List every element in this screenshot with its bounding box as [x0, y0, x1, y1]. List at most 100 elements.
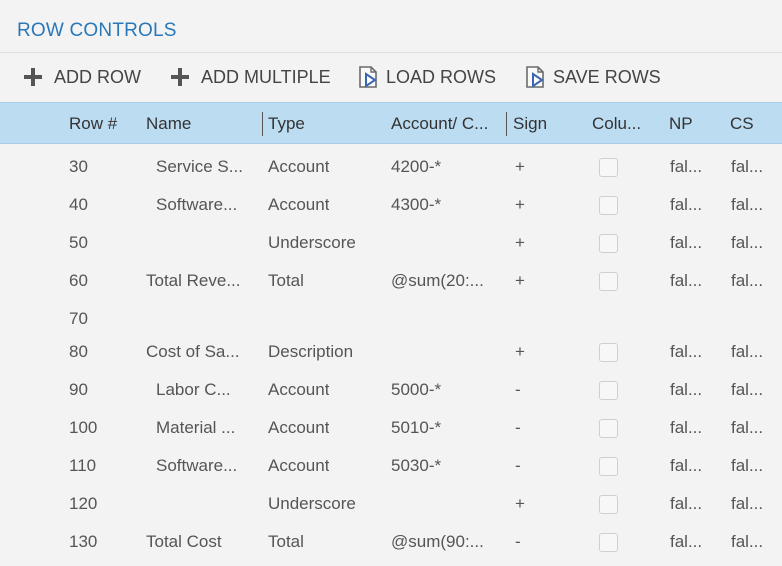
column-resize-handle[interactable] [506, 112, 507, 136]
cell-row-num: 40 [69, 195, 88, 214]
cell-account: 5030-* [391, 456, 442, 475]
column-header-cs[interactable]: CS [730, 103, 754, 145]
save-rows-label: SAVE ROWS [553, 66, 661, 87]
table-row[interactable]: 80 Cost of Sa... Description + fal... fal... [0, 333, 782, 371]
cell-account: @sum(20:... [391, 271, 484, 290]
cell-np: fal... [670, 418, 703, 437]
column-checkbox[interactable] [599, 234, 618, 253]
table-row[interactable]: 110 Software... Account 5030-* - fal... fal... [0, 447, 782, 485]
add-multiple-button[interactable]: ADD MULTIPLE [171, 60, 331, 94]
column-checkbox[interactable] [599, 495, 618, 514]
cell-sign: + [515, 271, 525, 290]
toolbar: ADD ROW ADD MULTIPLE LOAD ROWS SAVE ROWS [0, 60, 782, 94]
column-header-column[interactable]: Colu... [592, 103, 641, 145]
cell-np: fal... [670, 233, 703, 252]
cell-account: 5000-* [391, 380, 442, 399]
table-row[interactable]: 120 Underscore + fal... fal... [0, 485, 782, 523]
cell-name: Service S... [156, 157, 243, 176]
column-header-account[interactable]: Account/ C... [391, 103, 488, 145]
cell-sign: + [515, 494, 525, 513]
grid-header: Row # Name Type Account/ C... Sign Colu.… [0, 102, 782, 144]
column-resize-handle[interactable] [262, 112, 263, 136]
cell-account: 5010-* [391, 418, 442, 437]
column-checkbox[interactable] [599, 381, 618, 400]
cell-sign: + [515, 195, 525, 214]
table-row[interactable]: 130 Total Cost Total @sum(90:... - fal... fal.… [0, 523, 782, 561]
cell-cs: fal... [731, 494, 764, 513]
column-checkbox[interactable] [599, 343, 618, 362]
cell-row-num: 120 [69, 494, 98, 513]
cell-type: Underscore [268, 233, 356, 252]
cell-name: Labor C... [156, 380, 231, 399]
cell-cs: fal... [731, 233, 764, 252]
cell-type: Account [268, 157, 330, 176]
cell-account: 4300-* [391, 195, 442, 214]
cell-np: fal... [670, 380, 703, 399]
table-row[interactable]: 100 Material ... Account 5010-* - fal... fal..… [0, 409, 782, 447]
cell-cs: fal... [731, 157, 764, 176]
table-row[interactable]: 30 Service S... Account 4200-* + fal... fal... [0, 148, 782, 186]
cell-row-num: 60 [69, 271, 88, 290]
load-rows-label: LOAD ROWS [386, 66, 497, 87]
cell-cs: fal... [731, 418, 764, 437]
title-divider [0, 52, 782, 53]
load-rows-button[interactable]: LOAD ROWS [358, 60, 496, 94]
column-checkbox[interactable] [599, 457, 618, 476]
column-header-sign[interactable]: Sign [513, 103, 547, 145]
cell-name: Material ... [156, 418, 236, 437]
column-checkbox[interactable] [599, 158, 618, 177]
cell-type: Account [268, 380, 330, 399]
cell-np: fal... [670, 494, 703, 513]
cell-type: Account [268, 456, 330, 475]
cell-type: Total [268, 271, 304, 290]
cell-name: Total Reve... [146, 271, 241, 290]
cell-sign: - [515, 380, 521, 399]
cell-np: fal... [670, 532, 703, 551]
table-row[interactable]: 60 Total Reve... Total @sum(20:... + fal... fa… [0, 262, 782, 300]
cell-sign: + [515, 157, 525, 176]
cell-type: Account [268, 418, 330, 437]
cell-row-num: 50 [69, 233, 88, 252]
cell-cs: fal... [731, 195, 764, 214]
cell-cs: fal... [731, 342, 764, 361]
cell-np: fal... [670, 157, 703, 176]
cell-type: Total [268, 532, 304, 551]
cell-np: fal... [670, 195, 703, 214]
plus-icon [171, 68, 189, 86]
add-multiple-label: ADD MULTIPLE [201, 66, 331, 87]
cell-np: fal... [670, 456, 703, 475]
cell-account: 4200-* [391, 157, 442, 176]
column-header-name[interactable]: Name [146, 103, 191, 145]
column-checkbox[interactable] [599, 419, 618, 438]
column-checkbox[interactable] [599, 533, 618, 552]
document-play-icon [359, 66, 377, 88]
document-play-icon [526, 66, 544, 88]
plus-icon [24, 68, 42, 86]
cell-sign: - [515, 456, 521, 475]
table-row[interactable]: 90 Labor C... Account 5000-* - fal... fal... [0, 371, 782, 409]
panel-title: ROW CONTROLS [17, 20, 177, 41]
cell-type: Description [268, 342, 354, 361]
cell-row-num: 100 [69, 418, 98, 437]
column-checkbox[interactable] [599, 272, 618, 291]
cell-sign: + [515, 342, 525, 361]
column-header-type[interactable]: Type [268, 103, 305, 145]
save-rows-button[interactable]: SAVE ROWS [525, 60, 661, 94]
table-row[interactable]: 50 Underscore + fal... fal... [0, 224, 782, 262]
cell-name: Cost of Sa... [146, 342, 240, 361]
column-header-row-num[interactable]: Row # [69, 103, 117, 145]
column-checkbox[interactable] [599, 196, 618, 215]
cell-cs: fal... [731, 456, 764, 475]
column-header-np[interactable]: NP [669, 103, 693, 145]
cell-cs: fal... [731, 380, 764, 399]
cell-name: Total Cost [146, 532, 222, 551]
cell-row-num: 130 [69, 532, 98, 551]
add-row-button[interactable]: ADD ROW [24, 60, 141, 94]
cell-row-num: 30 [69, 157, 88, 176]
cell-name: Software... [156, 456, 238, 475]
cell-cs: fal... [731, 532, 764, 551]
cell-sign: - [515, 418, 521, 437]
table-row[interactable]: 40 Software... Account 4300-* + fal... fal... [0, 186, 782, 224]
cell-account: @sum(90:... [391, 532, 484, 551]
cell-sign: - [515, 532, 521, 551]
